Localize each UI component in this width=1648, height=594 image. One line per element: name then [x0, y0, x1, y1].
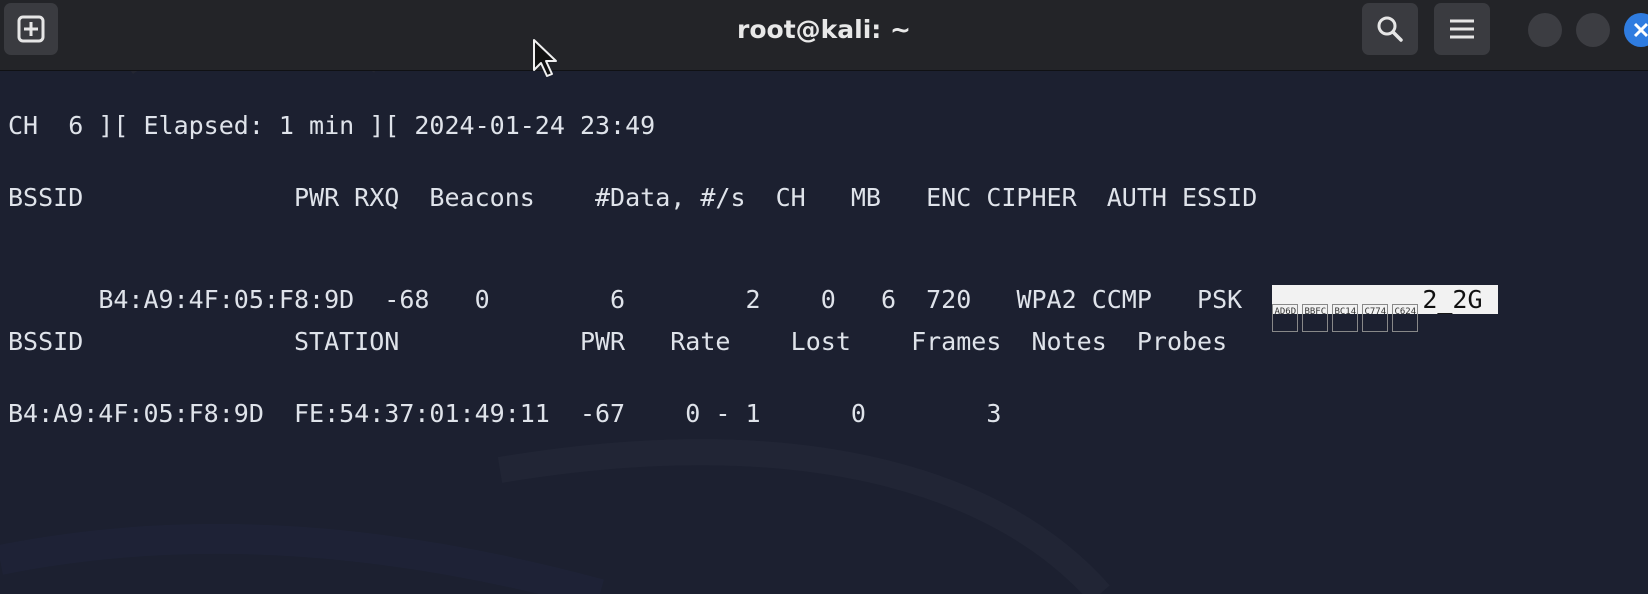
unrenderable-glyph: C624 [1392, 304, 1419, 332]
ap-table-header: BSSID PWR RXQ Beacons #Data, #/s CH MB E… [8, 183, 1258, 212]
unrenderable-glyph: C774 [1362, 304, 1389, 332]
unrenderable-glyph: BBFC [1302, 304, 1329, 332]
ap-row-fields: B4:A9:4F:05:F8:9D -68 0 6 2 0 6 720 WPA2… [98, 285, 1273, 314]
title-bar: root@kali: ~ [0, 0, 1648, 71]
close-icon [1633, 22, 1648, 38]
station-table-row: B4:A9:4F:05:F8:9D FE:54:37:01:49:11 -67 … [8, 399, 1002, 428]
menu-button[interactable] [1434, 3, 1490, 55]
minimize-button[interactable] [1528, 13, 1562, 47]
ap-table-row: B4:A9:4F:05:F8:9D -68 0 6 2 0 6 720 WPA2… [8, 255, 1498, 332]
maximize-button[interactable] [1576, 13, 1610, 47]
status-line: CH 6 ][ Elapsed: 1 min ][ 2024-01-24 23:… [8, 111, 656, 140]
terminal-output[interactable]: CH 6 ][ Elapsed: 1 min ][ 2024-01-24 23:… [0, 71, 1648, 594]
unrenderable-glyph: AD6D [1272, 304, 1299, 332]
unrenderable-glyph: BC14 [1332, 304, 1359, 332]
terminal-window: root@kali: ~ CH 6][Elapsed: 1 min][2… [0, 0, 1648, 594]
essid-suffix: 2_2G [1422, 285, 1498, 314]
close-button[interactable] [1624, 13, 1648, 47]
search-icon [1377, 16, 1403, 42]
essid-value: AD6D BBFC BC14 C774 C624 2_2G [1272, 285, 1498, 332]
station-table-header: BSSID STATION PWR Rate Lost Frames Notes… [8, 327, 1228, 356]
hamburger-menu-icon [1450, 19, 1474, 39]
search-button[interactable] [1362, 3, 1418, 55]
